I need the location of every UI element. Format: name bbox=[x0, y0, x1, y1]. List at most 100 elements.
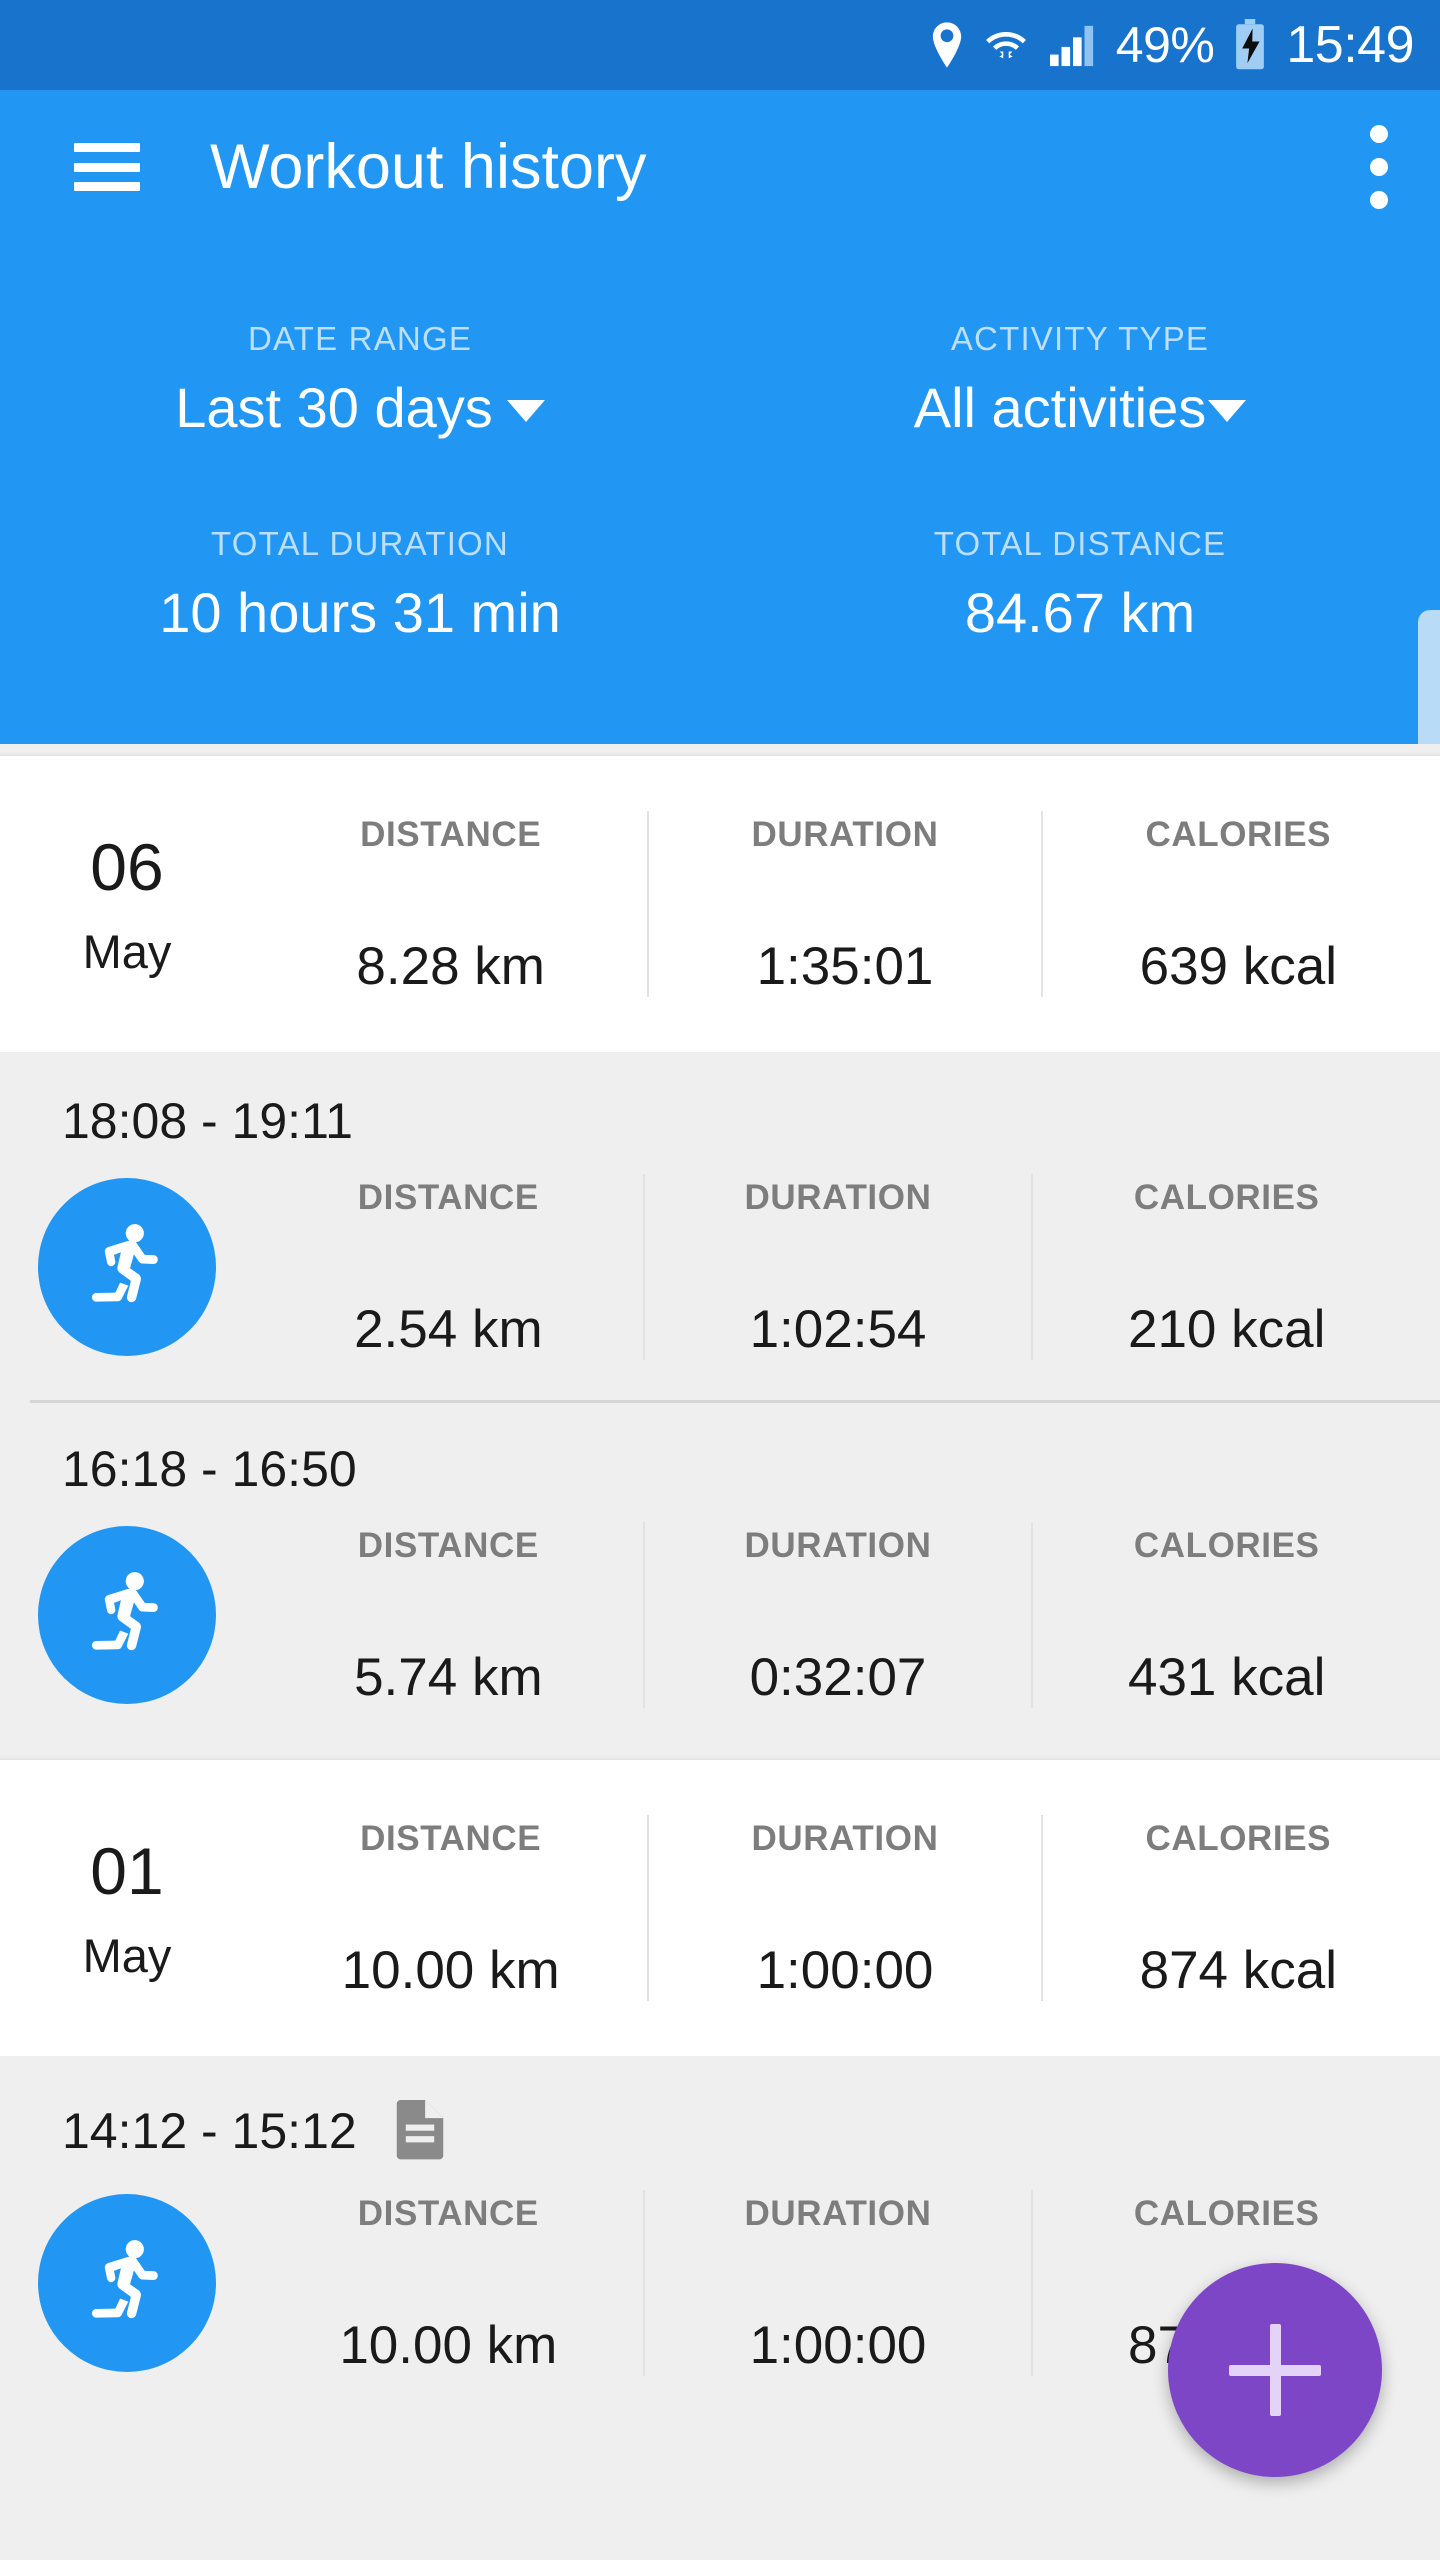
activity-type-value: All activities bbox=[913, 376, 1207, 439]
running-icon bbox=[91, 1224, 158, 1303]
stat-value: 1:00:00 bbox=[749, 2316, 927, 2375]
wifi-icon bbox=[982, 22, 1030, 68]
stat-calories: CALORIES 874 kcal bbox=[1040, 1815, 1434, 2001]
day-month: May bbox=[82, 924, 172, 978]
overflow-menu-icon[interactable] bbox=[1370, 125, 1388, 209]
sport-badge bbox=[0, 1178, 254, 1356]
stat-label: DURATION bbox=[744, 1526, 932, 1565]
stat-value: 2.54 km bbox=[354, 1300, 543, 1359]
stat-label: CALORIES bbox=[1133, 1526, 1320, 1565]
cellular-signal-icon bbox=[1048, 22, 1098, 68]
day-month: May bbox=[82, 1928, 172, 1982]
workout-list-item[interactable]: 18:08 - 19:11 DISTANCE 2.54 km DURATION … bbox=[0, 1052, 1440, 1400]
stat-label: CALORIES bbox=[1145, 815, 1332, 854]
page-title: Workout history bbox=[210, 131, 647, 202]
hamburger-menu-icon[interactable] bbox=[74, 143, 140, 191]
workout-list-item[interactable]: 16:18 - 16:50 DISTANCE 5.74 km DURATION … bbox=[0, 1400, 1440, 1748]
activity-type-value-row: All activities bbox=[914, 380, 1247, 436]
stats-group: DISTANCE 2.54 km DURATION 1:02:54 CALORI… bbox=[254, 1174, 1420, 1360]
filters-row: DATE RANGE Last 30 days ACTIVITY TYPE Al… bbox=[0, 322, 1440, 436]
stat-label: DISTANCE bbox=[357, 1178, 539, 1217]
status-bar: 49% 15:49 bbox=[0, 0, 1440, 90]
running-icon bbox=[38, 1178, 216, 1356]
stat-value: 0:32:07 bbox=[749, 1648, 927, 1707]
workout-time-range: 14:12 - 15:12 bbox=[62, 2103, 357, 2159]
stat-value: 1:00:00 bbox=[756, 1941, 934, 2000]
workout-body: DISTANCE 2.54 km DURATION 1:02:54 CALORI… bbox=[0, 1174, 1420, 1360]
day-summary-card[interactable]: 06 May DISTANCE 8.28 km DURATION 1:35:01… bbox=[0, 756, 1440, 1052]
stat-label: DURATION bbox=[751, 815, 939, 854]
stat-duration: DURATION 1:00:00 bbox=[642, 2190, 1032, 2376]
total-distance-label: TOTAL DISTANCE bbox=[933, 525, 1227, 562]
stat-calories: CALORIES 639 kcal bbox=[1040, 811, 1434, 997]
running-icon bbox=[38, 2194, 216, 2372]
stat-calories: CALORIES 210 kcal bbox=[1031, 1174, 1420, 1360]
stat-distance: DISTANCE 2.54 km bbox=[254, 1174, 643, 1360]
day-date: 06 May bbox=[0, 834, 254, 975]
workout-time-row: 14:12 - 15:12 bbox=[0, 2100, 1420, 2162]
note-document-icon bbox=[396, 2100, 443, 2160]
stat-value: 431 kcal bbox=[1127, 1648, 1326, 1707]
date-range-value-row: Last 30 days bbox=[175, 380, 545, 436]
stat-distance: DISTANCE 10.00 km bbox=[254, 2190, 643, 2376]
stat-label: DURATION bbox=[751, 1819, 939, 1858]
stat-duration: DURATION 1:00:00 bbox=[647, 1815, 1040, 2001]
stat-label: DISTANCE bbox=[360, 1819, 542, 1858]
day-number: 06 bbox=[90, 829, 164, 904]
workout-time-range: 16:18 - 16:50 bbox=[62, 1441, 357, 1497]
workout-time-range: 18:08 - 19:11 bbox=[62, 1093, 353, 1149]
stat-duration: DURATION 0:32:07 bbox=[642, 1522, 1032, 1708]
total-duration: TOTAL DURATION 10 hours 31 min bbox=[0, 527, 720, 641]
activity-type-label: ACTIVITY TYPE bbox=[950, 320, 1210, 357]
location-pin-icon bbox=[930, 22, 964, 68]
total-distance-value: 84.67 km bbox=[964, 581, 1196, 644]
summary-panel: DATE RANGE Last 30 days ACTIVITY TYPE Al… bbox=[0, 244, 1440, 744]
total-distance: TOTAL DISTANCE 84.67 km bbox=[720, 527, 1440, 641]
stat-label: CALORIES bbox=[1133, 1178, 1320, 1217]
day-date: 01 May bbox=[0, 1838, 254, 1979]
running-icon bbox=[38, 1526, 216, 1704]
stat-label: DISTANCE bbox=[357, 1526, 539, 1565]
activity-type-filter[interactable]: ACTIVITY TYPE All activities bbox=[720, 322, 1440, 436]
stat-label: DISTANCE bbox=[360, 815, 542, 854]
note-document-icon[interactable] bbox=[391, 2100, 449, 2162]
stat-value: 639 kcal bbox=[1139, 937, 1338, 996]
sport-badge bbox=[0, 1526, 254, 1704]
day-summary-card[interactable]: 01 May DISTANCE 10.00 km DURATION 1:00:0… bbox=[0, 1760, 1440, 2056]
battery-charging-icon bbox=[1232, 19, 1268, 71]
stat-value: 8.28 km bbox=[356, 937, 545, 996]
battery-percent: 49% bbox=[1115, 17, 1215, 73]
workout-time-row: 16:18 - 16:50 bbox=[0, 1444, 1420, 1494]
stat-label: DURATION bbox=[744, 1178, 932, 1217]
stat-value: 1:02:54 bbox=[749, 1300, 927, 1359]
total-duration-value: 10 hours 31 min bbox=[159, 581, 561, 644]
stat-calories: CALORIES 431 kcal bbox=[1031, 1522, 1420, 1708]
stats-group: DISTANCE 5.74 km DURATION 0:32:07 CALORI… bbox=[254, 1522, 1420, 1708]
scrollbar-thumb[interactable] bbox=[1418, 610, 1440, 744]
stat-value: 10.00 km bbox=[341, 1941, 560, 2000]
workout-time-row: 18:08 - 19:11 bbox=[0, 1096, 1420, 1146]
date-range-label: DATE RANGE bbox=[247, 320, 473, 357]
stat-value: 5.74 km bbox=[354, 1648, 543, 1707]
chevron-down-icon bbox=[1208, 400, 1247, 422]
plus-icon bbox=[1269, 2324, 1281, 2416]
app-bar: Workout history bbox=[0, 90, 1440, 244]
stat-duration: DURATION 1:02:54 bbox=[642, 1174, 1032, 1360]
stats-group: DISTANCE 10.00 km DURATION 1:00:00 CALOR… bbox=[254, 1815, 1434, 2001]
stats-group: DISTANCE 8.28 km DURATION 1:35:01 CALORI… bbox=[254, 811, 1434, 997]
stat-value: 1:35:01 bbox=[756, 937, 934, 996]
running-icon bbox=[91, 1572, 158, 1651]
stat-distance: DISTANCE 5.74 km bbox=[254, 1522, 643, 1708]
date-range-filter[interactable]: DATE RANGE Last 30 days bbox=[0, 322, 720, 436]
add-workout-fab[interactable] bbox=[1168, 2263, 1382, 2477]
workout-body: DISTANCE 5.74 km DURATION 0:32:07 CALORI… bbox=[0, 1522, 1420, 1708]
stat-value: 10.00 km bbox=[339, 2316, 558, 2375]
total-duration-label: TOTAL DURATION bbox=[211, 525, 509, 562]
date-range-value: Last 30 days bbox=[175, 376, 493, 439]
stat-label: DURATION bbox=[744, 2194, 932, 2233]
totals-row: TOTAL DURATION 10 hours 31 min TOTAL DIS… bbox=[0, 527, 1440, 641]
stat-distance: DISTANCE 10.00 km bbox=[254, 1815, 647, 2001]
stat-distance: DISTANCE 8.28 km bbox=[254, 811, 647, 997]
day-number: 01 bbox=[90, 1833, 164, 1908]
sport-badge bbox=[0, 2194, 254, 2372]
